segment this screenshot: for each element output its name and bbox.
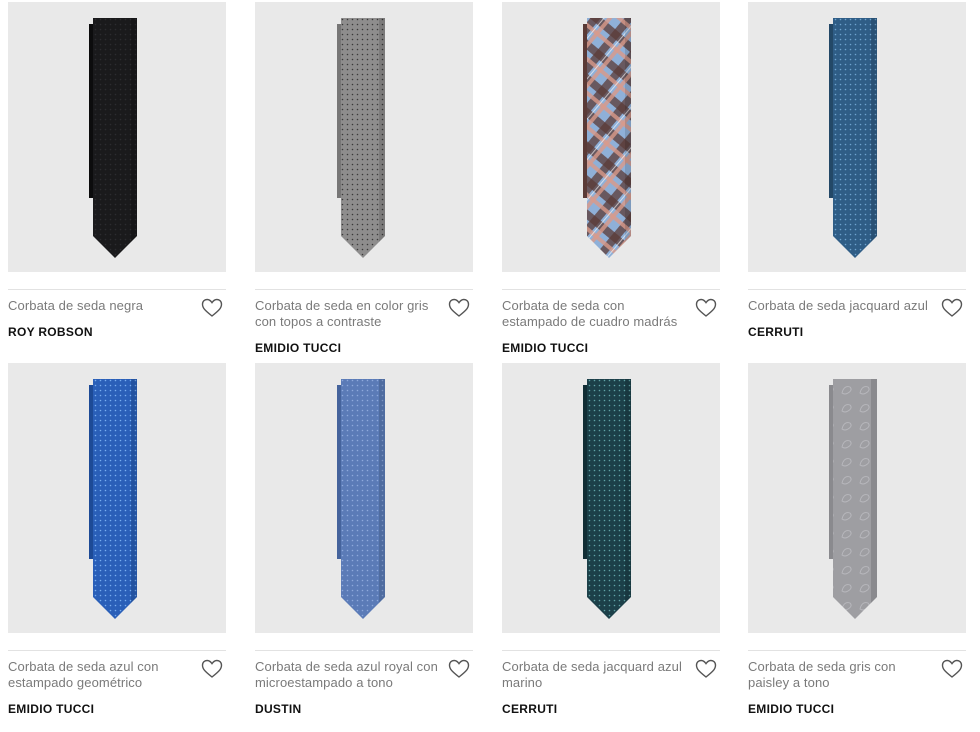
tie-illustration	[337, 379, 385, 619]
tie-front-blade	[341, 379, 385, 619]
tie-front-blade	[833, 18, 877, 258]
product-image[interactable]	[8, 363, 226, 633]
divider	[8, 650, 226, 651]
divider	[748, 650, 966, 651]
divider	[255, 650, 473, 651]
product-brand: CERRUTI	[748, 325, 804, 339]
tie-illustration	[829, 18, 877, 258]
tie-front-blade	[341, 18, 385, 258]
tie-front-blade	[833, 379, 877, 619]
heart-icon	[941, 659, 963, 678]
tie-illustration	[89, 379, 137, 619]
product-image[interactable]	[255, 2, 473, 272]
heart-icon	[201, 659, 223, 678]
heart-icon	[941, 298, 963, 317]
favorite-button[interactable]	[448, 298, 470, 318]
product-title[interactable]: Corbata de seda gris con paisley a tono	[748, 659, 936, 691]
tie-illustration	[829, 379, 877, 619]
product-brand: CERRUTI	[502, 702, 558, 716]
product-brand: EMIDIO TUCCI	[502, 341, 589, 355]
tie-front-blade	[587, 379, 631, 619]
divider	[8, 289, 226, 290]
product-image[interactable]	[502, 363, 720, 633]
favorite-button[interactable]	[695, 659, 717, 679]
tie-illustration	[337, 18, 385, 258]
product-image[interactable]	[748, 363, 966, 633]
heart-icon	[201, 298, 223, 317]
product-brand: EMIDIO TUCCI	[255, 341, 342, 355]
product-brand: EMIDIO TUCCI	[8, 702, 95, 716]
product-title[interactable]: Corbata de seda jacquard azul marino	[502, 659, 690, 691]
divider	[255, 289, 473, 290]
divider	[502, 650, 720, 651]
product-image[interactable]	[502, 2, 720, 272]
product-title[interactable]: Corbata de seda negra	[8, 298, 196, 314]
favorite-button[interactable]	[941, 298, 963, 318]
product-title[interactable]: Corbata de seda azul royal con microesta…	[255, 659, 443, 691]
heart-icon	[695, 298, 717, 317]
product-brand: DUSTIN	[255, 702, 302, 716]
tie-front-blade	[93, 379, 137, 619]
divider	[502, 289, 720, 290]
product-title[interactable]: Corbata de seda jacquard azul	[748, 298, 936, 314]
product-image[interactable]	[748, 2, 966, 272]
favorite-button[interactable]	[941, 659, 963, 679]
tie-illustration	[583, 18, 631, 258]
tie-front-blade	[93, 18, 137, 258]
heart-icon	[695, 659, 717, 678]
product-brand: EMIDIO TUCCI	[748, 702, 835, 716]
tie-illustration	[583, 379, 631, 619]
tie-illustration	[89, 18, 137, 258]
favorite-button[interactable]	[201, 298, 223, 318]
product-title[interactable]: Corbata de seda en color gris con topos …	[255, 298, 443, 330]
product-brand: ROY ROBSON	[8, 325, 93, 339]
favorite-button[interactable]	[448, 659, 470, 679]
heart-icon	[448, 298, 470, 317]
product-image[interactable]	[8, 2, 226, 272]
favorite-button[interactable]	[201, 659, 223, 679]
product-image[interactable]	[255, 363, 473, 633]
product-title[interactable]: Corbata de seda con estampado de cuadro …	[502, 298, 690, 330]
divider	[748, 289, 966, 290]
favorite-button[interactable]	[695, 298, 717, 318]
tie-front-blade	[587, 18, 631, 258]
heart-icon	[448, 659, 470, 678]
product-title[interactable]: Corbata de seda azul con estampado geomé…	[8, 659, 196, 691]
